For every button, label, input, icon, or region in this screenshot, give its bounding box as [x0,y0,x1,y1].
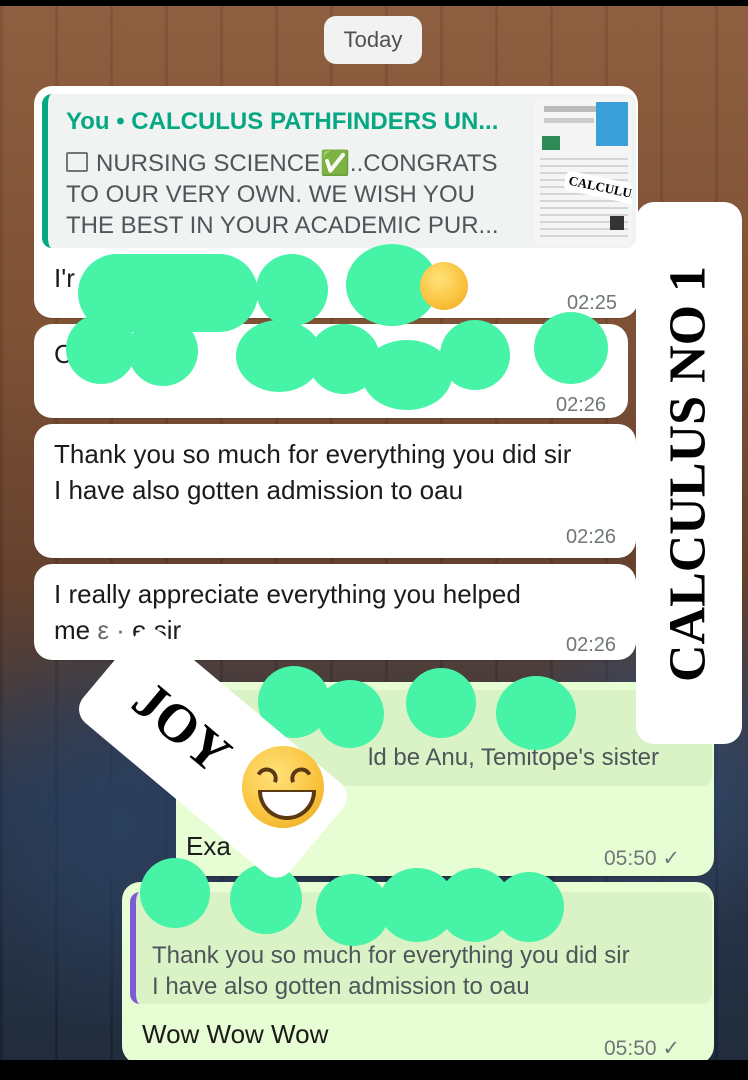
message-text: I'r [54,263,75,293]
message-bubble[interactable]: Thank you so much for everything you did… [34,424,636,558]
grinning-squinting-face-icon [420,262,468,310]
grinning-squinting-face-icon [242,746,324,828]
sent-check-icon: ✓ [662,1037,681,1060]
calculus-sticker-text: CALCULUS NO 1 [659,265,717,683]
message-time: 02:26 [566,634,617,656]
quote-text: ld be Anu, Temitope's sister [368,744,659,771]
message-text: Wow Wow Wow [142,1019,329,1049]
message-time: 02:26 [556,394,607,416]
quote-author: You • CALCULUS PATHFINDERS UN... [66,108,499,135]
message-text: Thank you so much for everything you did… [54,439,572,505]
date-separator: Today [324,16,422,64]
message-time: 05:50 ✓ [604,1037,681,1060]
message-time: 05:50 ✓ [604,847,681,870]
image-icon [66,152,88,172]
sent-check-icon: ✓ [662,847,681,870]
chat-background: Today You • CALCULUS PATHFINDERS UN... N… [0,6,748,1060]
quote-text: NURSING SCIENCE✅..CONGRATS TO OUR VERY O… [66,150,499,239]
quote-thumbnail: CALCULUS [534,98,632,246]
quote-text: Thank you so much for everything you did… [152,942,630,1000]
message-bubble[interactable]: I really appreciate everything you helpe… [34,564,636,660]
message-time: 02:26 [566,526,617,548]
